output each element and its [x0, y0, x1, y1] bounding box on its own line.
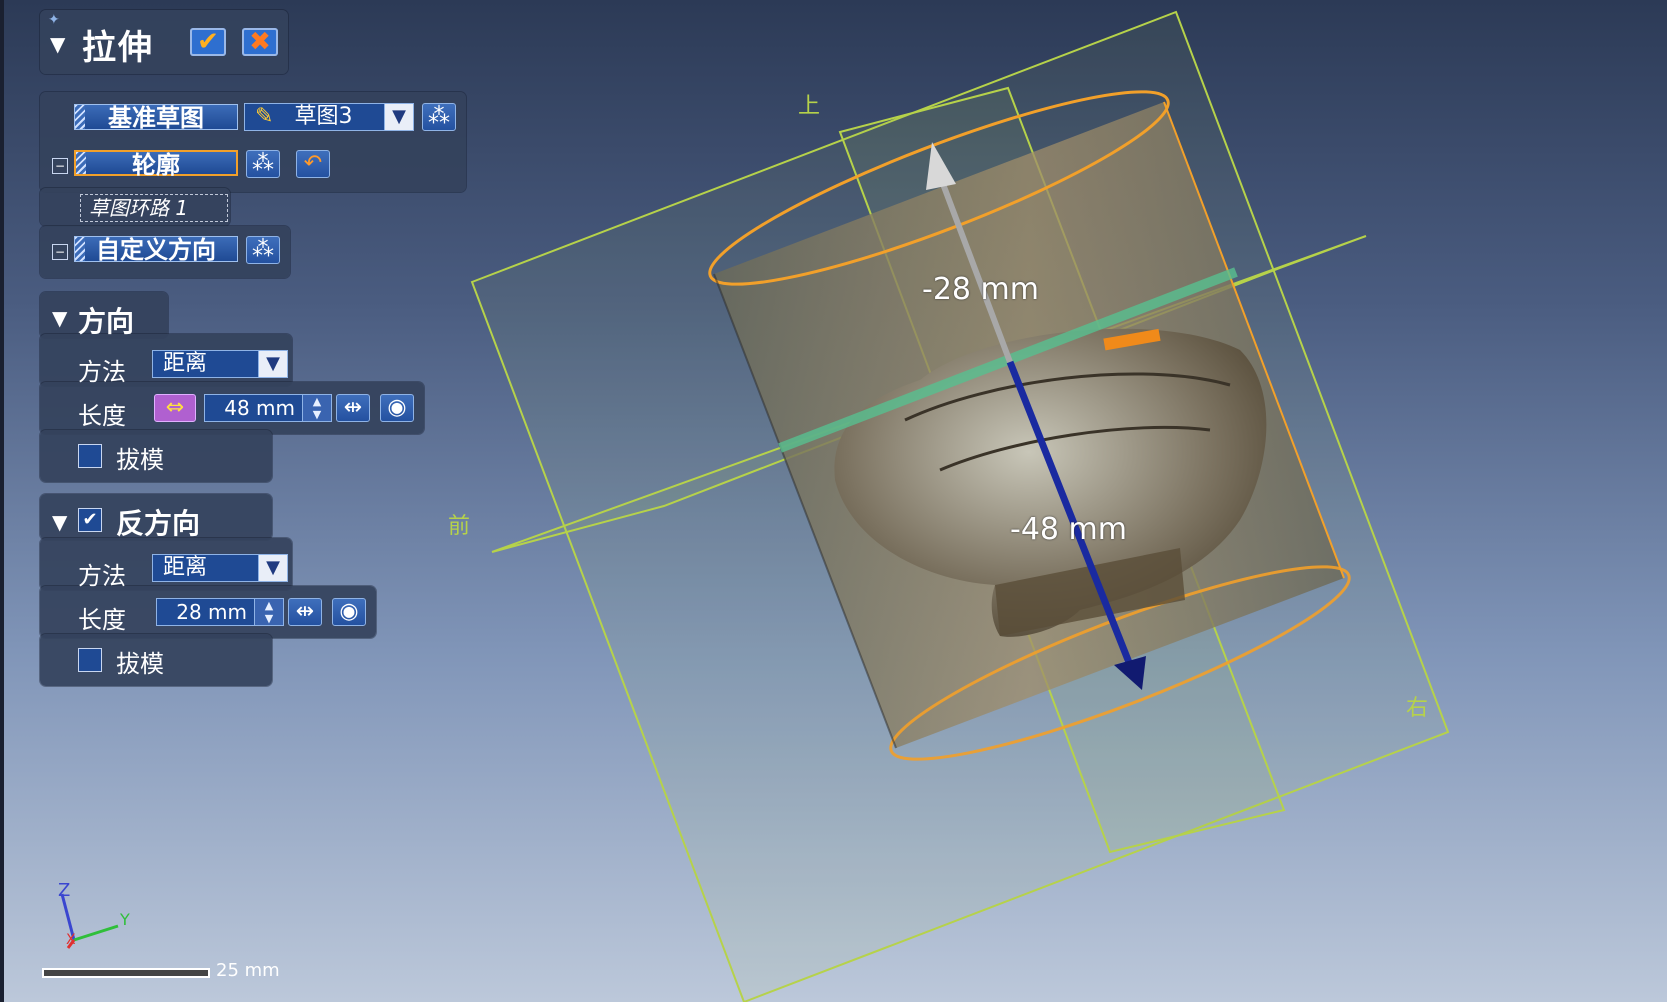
direction-draft-checkbox[interactable]: [78, 444, 102, 468]
reverse-draft-checkbox[interactable]: [78, 648, 102, 672]
undo-icon[interactable]: ↶: [296, 150, 330, 178]
measure-length-icon[interactable]: ⇹: [336, 394, 370, 422]
chevron-down-icon[interactable]: ▼: [384, 104, 413, 130]
profile-loop-item[interactable]: 草图环路 1: [80, 194, 228, 222]
chevron-down-icon[interactable]: ▼: [258, 351, 287, 377]
direction-header: 方向: [78, 305, 135, 338]
base-sketch-toggle-icon[interactable]: ⁂: [422, 103, 456, 131]
profile-button[interactable]: 轮廓: [74, 150, 238, 178]
direction-method-label: 方法: [78, 358, 126, 386]
direction-length-input[interactable]: 48 mm ▲ ▼: [204, 394, 332, 422]
reverse-pick-target-icon[interactable]: ◉: [332, 598, 366, 626]
profile-toggle-icon[interactable]: ⁂: [246, 150, 280, 178]
reverse-method-label: 方法: [78, 562, 126, 590]
reverse-measure-length-icon[interactable]: ⇹: [288, 598, 322, 626]
reverse-header: 反方向: [116, 507, 201, 540]
dimension-top-label[interactable]: -28 mm: [922, 272, 1039, 307]
sketch-select[interactable]: ✎ 草图3 ▼: [244, 103, 414, 131]
plane-label-right: 右: [1406, 696, 1429, 721]
reverse-method-select[interactable]: 距离 ▼: [152, 554, 288, 582]
collapse-direction-icon[interactable]: ▼: [52, 306, 67, 330]
plane-label-front: 前: [448, 514, 471, 539]
collapse-reverse-icon[interactable]: ▼: [52, 510, 67, 534]
feature-header-panel: ✦ ▼ 拉伸 ✔ ✖: [40, 10, 288, 74]
spinner-arrows-icon[interactable]: ▲ ▼: [254, 599, 283, 625]
reverse-length-input[interactable]: 28 mm ▲ ▼: [156, 598, 284, 626]
reverse-enable-checkbox[interactable]: ✔: [78, 508, 102, 532]
plane-label-top: 上: [798, 94, 821, 119]
flip-direction-icon[interactable]: ⇔: [154, 394, 196, 422]
ok-check-icon[interactable]: ✔: [190, 28, 226, 56]
scale-bar: [42, 968, 210, 978]
collapse-custom-direction-icon[interactable]: −: [52, 244, 68, 260]
collapse-feature-icon[interactable]: ▼: [50, 32, 65, 56]
axis-x-label: X: [66, 932, 76, 948]
reverse-draft-label: 拔模: [116, 650, 164, 678]
cancel-x-icon[interactable]: ✖: [242, 28, 278, 56]
pin-icon[interactable]: ✦: [48, 12, 60, 28]
axis-y-label: Y: [120, 910, 130, 929]
pick-target-icon[interactable]: ◉: [380, 394, 414, 422]
window-left-edge: [0, 0, 4, 1002]
collapse-profile-icon[interactable]: −: [52, 158, 68, 174]
spinner-arrows-icon[interactable]: ▲ ▼: [302, 395, 331, 421]
direction-length-label: 长度: [78, 402, 126, 430]
direction-draft-label: 拔模: [116, 446, 164, 474]
custom-direction-toggle-icon[interactable]: ⁂: [246, 236, 280, 264]
chevron-down-icon[interactable]: ▼: [258, 555, 287, 581]
feature-title: 拉伸: [82, 28, 154, 68]
base-sketch-button[interactable]: 基准草图: [74, 104, 238, 131]
sketch-pencil-icon: ✎: [255, 104, 274, 129]
custom-direction-button[interactable]: 自定义方向: [74, 236, 238, 263]
dimension-bottom-label[interactable]: -48 mm: [1010, 512, 1127, 547]
scale-label: 25 mm: [216, 960, 280, 981]
axis-z-label: Z: [58, 880, 71, 901]
reverse-length-label: 长度: [78, 606, 126, 634]
direction-method-select[interactable]: 距离 ▼: [152, 350, 288, 378]
